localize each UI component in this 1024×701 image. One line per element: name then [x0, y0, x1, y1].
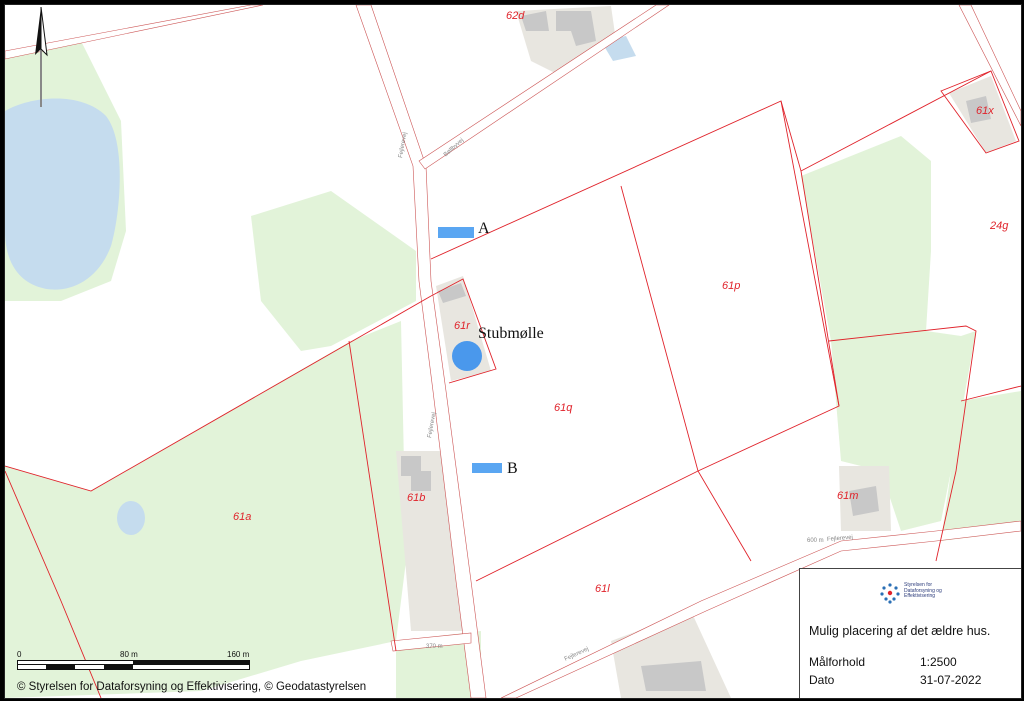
copyright-notice: © Styrelsen for Dataforsyning og Effekti… [17, 681, 367, 693]
parcel-label-61r: 61r [454, 320, 470, 332]
agency-logo-icon [880, 583, 900, 604]
map-frame: 62d 61x 24g 61p 61r 61q 61b 61a 61m 61l … [4, 4, 1022, 699]
parcel-label-62d: 62d [506, 10, 525, 22]
parcel-label-61b: 61b [407, 492, 426, 504]
building-south [641, 661, 706, 691]
green-area-southwest [5, 321, 406, 698]
scale-tick-0: 0 [17, 650, 22, 659]
scale-tick-160: 160 m [227, 650, 250, 659]
marker-stubmolle-label: Stubmølle [478, 325, 544, 342]
marker-b-label: B [507, 460, 518, 477]
parcel-label-24g: 24g [990, 220, 1009, 232]
lake [5, 98, 120, 290]
road-distance-370: 370 m [426, 644, 443, 650]
scale-bar: 0 80 m 160 m [17, 650, 257, 680]
legend-scale-label: Målforhold [809, 655, 866, 669]
parcel-label-61x: 61x [976, 105, 994, 117]
parcel-label-61p: 61p [722, 280, 741, 292]
scale-tick-80: 80 m [120, 650, 138, 659]
legend-date-value: 31-07-2022 [920, 673, 982, 687]
legend-title: Mulig placering af det ældre hus. [809, 624, 991, 638]
north-arrow-icon [35, 7, 48, 107]
parcel-label-61a: 61a [233, 511, 252, 523]
marker-a[interactable] [438, 227, 474, 238]
parcel-label-61q: 61q [554, 402, 573, 414]
road-distance-600: 600 m [807, 538, 824, 544]
marker-stubmolle[interactable] [452, 341, 482, 371]
marker-b[interactable] [472, 463, 502, 473]
legend-panel: Styrelsen for Dataforsyning og Effektivi… [799, 568, 1021, 698]
pond [117, 501, 145, 535]
marker-a-label: A [478, 220, 490, 237]
scale-bar-graphic [17, 660, 250, 670]
parcel-label-61m: 61m [837, 490, 859, 502]
legend-date-label: Dato [809, 673, 835, 687]
parcel-label-61l: 61l [595, 583, 610, 595]
legend-scale-value: 1:2500 [920, 655, 957, 669]
agency-logo-text: Styrelsen for Dataforsyning og Effektivi… [904, 582, 942, 599]
